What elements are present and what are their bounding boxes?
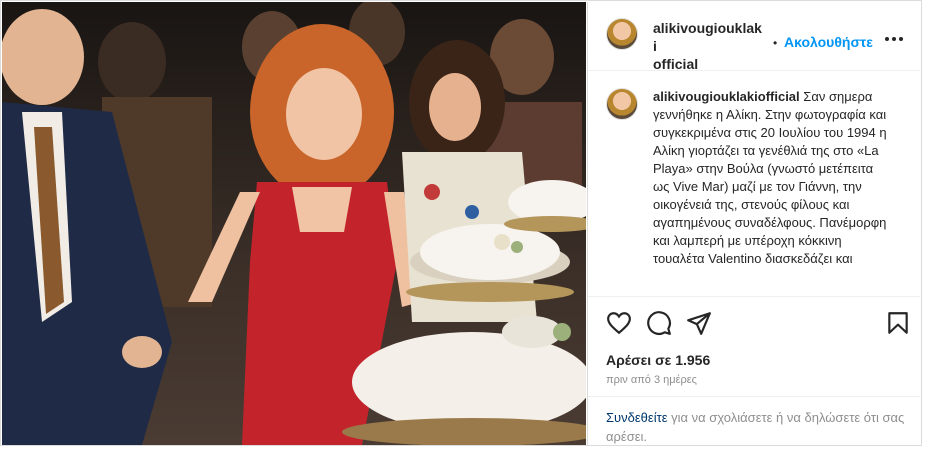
- caption-username[interactable]: alikivougiouklakiofficial: [653, 89, 800, 104]
- caption-area[interactable]: alikivougiouklakiofficial Σαν σημερα γεν…: [588, 72, 923, 297]
- post-username[interactable]: alikivougiouklaki official: [653, 19, 763, 73]
- post-card: alikivougiouklaki official • Ακολουθήστε…: [0, 0, 923, 446]
- post-photo-illustration: [2, 2, 586, 445]
- post-header: alikivougiouklaki official • Ακολουθήστε: [588, 2, 923, 73]
- caption: alikivougiouklakiofficial Σαν σημερα γεν…: [653, 88, 893, 268]
- caption-avatar[interactable]: [606, 88, 638, 120]
- caption-text: Σαν σημερα γεννήθηκε η Αλίκη. Στην φωτογ…: [653, 89, 887, 266]
- likes-count[interactable]: Αρέσει σε 1.956: [606, 352, 710, 368]
- separator-dot: •: [773, 36, 778, 50]
- login-link[interactable]: Συνδεθείτε: [606, 410, 668, 425]
- action-bar: [588, 302, 923, 342]
- comment-icon[interactable]: [646, 310, 672, 336]
- post-side-panel: alikivougiouklaki official • Ακολουθήστε…: [587, 2, 923, 446]
- post-timestamp[interactable]: πριν από 3 ημέρες: [606, 374, 697, 386]
- divider: [588, 396, 923, 397]
- avatar[interactable]: [606, 18, 638, 50]
- username-line-1: alikivougiouklaki: [653, 20, 762, 54]
- share-icon[interactable]: [686, 310, 712, 336]
- login-prompt: Συνδεθείτε για να σχολιάσετε ή να δηλώσε…: [606, 408, 906, 446]
- username-line-2: official: [653, 56, 699, 72]
- more-options-icon[interactable]: [885, 28, 909, 42]
- heart-icon[interactable]: [606, 310, 632, 336]
- bookmark-icon[interactable]: [885, 310, 911, 336]
- follow-button[interactable]: Ακολουθήστε: [784, 34, 873, 50]
- post-photo[interactable]: [2, 2, 586, 445]
